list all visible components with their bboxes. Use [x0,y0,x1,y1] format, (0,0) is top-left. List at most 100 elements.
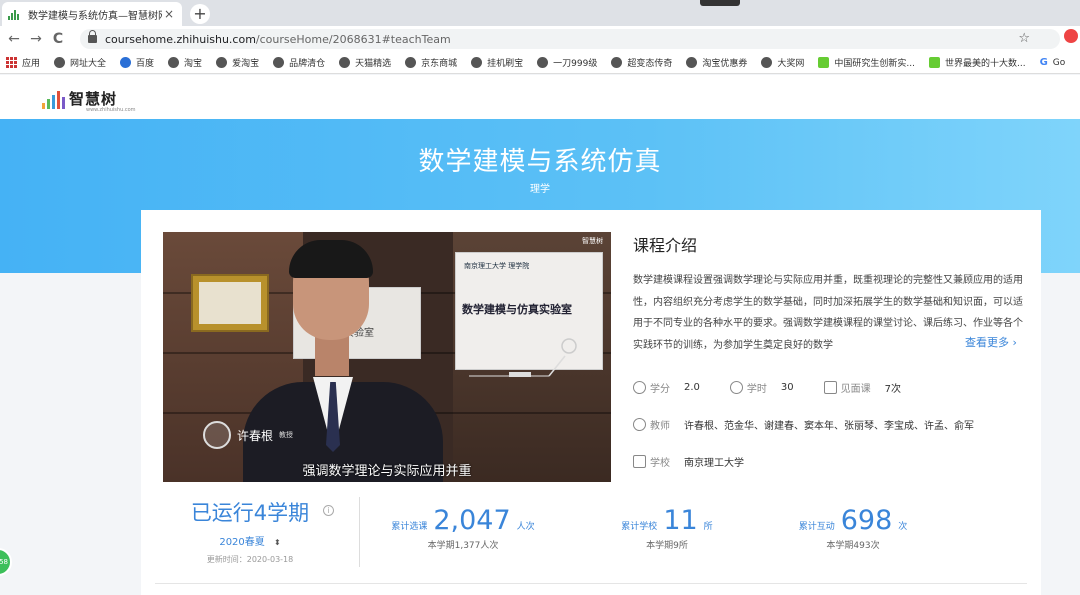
bookmark-label: 超变态传奇 [627,59,673,69]
course-stats: 已运行4学期 i 2020春夏 ⬍ 更新时间：2020-03-18 累计选课 2… [141,495,1041,575]
hours-value: 30 [780,382,794,393]
site-logo[interactable]: 智慧树 www.zhihuishu.com [42,87,136,113]
stat-unit: 所 [703,522,713,532]
stat-label: 累计互动 [798,522,835,532]
globe-icon [168,57,180,68]
meet-label: 见面课 [840,384,871,395]
tab-close-icon[interactable]: × [162,7,176,21]
bookmark-item[interactable]: 世界最美的十大数... [928,56,1026,69]
lock-icon [88,30,97,43]
bookmark-item[interactable]: 京东商城 [405,56,457,69]
info-icon[interactable]: i [323,505,334,516]
lecturer-namebar: 许春根 教授 [203,421,294,449]
bookmark-item[interactable]: 淘宝优惠券 [686,56,747,69]
floating-helper-button[interactable]: 58 [0,548,12,576]
teacher-list[interactable]: 许春根、范金华、谢建春、窦本年、张丽琴、李宝成、许孟、俞军 [684,417,974,432]
wall-plaque [191,274,269,332]
stat-enrollment: 累计选课 2,047 人次 本学期1,377人次 [373,505,553,551]
video-hud-graphic [469,338,577,377]
bookmark-item[interactable]: 百度 [120,56,154,69]
teacher-row: 教师 许春根、范金华、谢建春、窦本年、张丽琴、李宝成、许孟、俞军 [633,417,1004,432]
user-icon [633,418,646,431]
lecturer-hair [289,240,373,278]
chat-icon [823,381,837,394]
stats-divider [359,497,360,567]
credit-label: 学分 [650,384,670,395]
forward-icon[interactable]: → [25,31,47,47]
bookmark-label: 天猫精选 [355,59,392,69]
bookmark-item[interactable]: 爱淘宝 [216,56,259,69]
bookmark-label: 京东商城 [421,59,458,69]
section-divider [155,583,1027,584]
bookmark-star-icon[interactable]: ☆ [1018,31,1030,46]
bookmark-label: 淘宝 [184,59,203,69]
course-meta-row: 学分 2.0 学时 30 见面课 7次 [633,380,931,395]
view-more-link[interactable]: 查看更多 › [957,334,1017,350]
bookmark-item[interactable]: 大奖网 [761,56,804,69]
logo-subtext: www.zhihuishu.com [86,107,136,113]
globe-icon [611,57,623,68]
bookmark-item[interactable]: 超变态传奇 [611,56,672,69]
bookmark-item[interactable]: 挂机刷宝 [471,56,523,69]
view-more-label: 查看更多 [965,336,1009,349]
globe-icon [216,57,228,68]
paw-icon [120,57,132,68]
stat-schools: 累计学校 11 所 本学期9所 [577,505,757,551]
back-icon[interactable]: ← [3,31,25,47]
credit-value: 2.0 [684,382,700,393]
teacher-label: 教师 [650,421,670,432]
school-name[interactable]: 南京理工大学 [684,454,744,469]
logo-bars-icon [42,91,65,109]
globe-icon [273,57,285,68]
globe-icon [471,57,483,68]
stat-unit: 人次 [516,522,535,532]
credit-hat-icon [633,381,646,394]
page-icon [818,57,830,68]
page-icon [928,57,940,68]
stat-label: 累计学校 [621,522,658,532]
reload-icon[interactable]: C [47,31,69,47]
tab-title: 数学建模与系统仿真—智慧树网 [28,10,162,22]
bookmark-item[interactable]: G Go [1040,57,1066,68]
stat-value: 11 [663,505,698,536]
bookmark-label: 应用 [22,59,41,69]
bookmark-item[interactable]: 天猫精选 [339,56,391,69]
semester-value: 2020春夏 [219,537,265,548]
bookmark-item[interactable]: 网址大全 [54,56,106,69]
video-subtitle: 强调数学理论与实际应用并重 [302,464,472,479]
stat-sub: 本学期1,377人次 [427,541,499,551]
bookmark-item[interactable]: 一刀999级 [537,56,597,69]
globe-icon [686,57,698,68]
course-category: 理学 [530,184,550,195]
browser-tab[interactable]: 数学建模与系统仿真—智慧树网 × [2,2,182,26]
clock-icon [729,381,743,394]
window-handle[interactable] [700,0,740,6]
bookmark-label: 淘宝优惠券 [702,59,748,69]
update-time: 更新时间：2020-03-18 [206,555,294,564]
bookmark-label: 网址大全 [70,59,107,69]
school-label: 学校 [650,458,670,469]
stat-value: 2,047 [433,505,511,536]
course-card: 统计实验室 南京理工大学 理学院 数学建模与仿真实验室 智慧树 许春根 教授 强… [141,210,1041,595]
globe-icon [405,57,417,68]
bookmark-label: 一刀999级 [553,59,598,69]
tab-bar: 数学建模与系统仿真—智慧树网 × + [0,0,1080,26]
course-video[interactable]: 统计实验室 南京理工大学 理学院 数学建模与仿真实验室 智慧树 许春根 教授 强… [163,232,611,482]
lecturer-title: 教授 [279,431,294,439]
chevron-right-icon: › [1012,336,1017,349]
stat-label: 累计选课 [391,522,428,532]
bookmark-item[interactable]: 品牌清仓 [273,56,325,69]
bookmark-label: 世界最美的十大数... [944,59,1026,69]
semester-selector[interactable]: 2020春夏 ⬍ [141,533,359,548]
new-tab-button[interactable]: + [190,4,210,24]
profile-avatar[interactable] [1064,29,1078,43]
lab-sign-school: 南京理工大学 理学院 [464,262,530,270]
google-icon: G [1039,57,1048,68]
building-icon [633,455,646,468]
bookmark-item[interactable]: 应用 [6,56,40,69]
bookmark-item[interactable]: 淘宝 [168,56,202,69]
lab-sign-text: 数学建模与仿真实验室 [462,303,572,316]
bookmark-item[interactable]: 中国研究生创新实... [818,56,915,69]
url-field[interactable]: coursehome.zhihuishu.com /courseHome/206… [80,29,1060,49]
bookmark-label: Go [1052,57,1066,68]
